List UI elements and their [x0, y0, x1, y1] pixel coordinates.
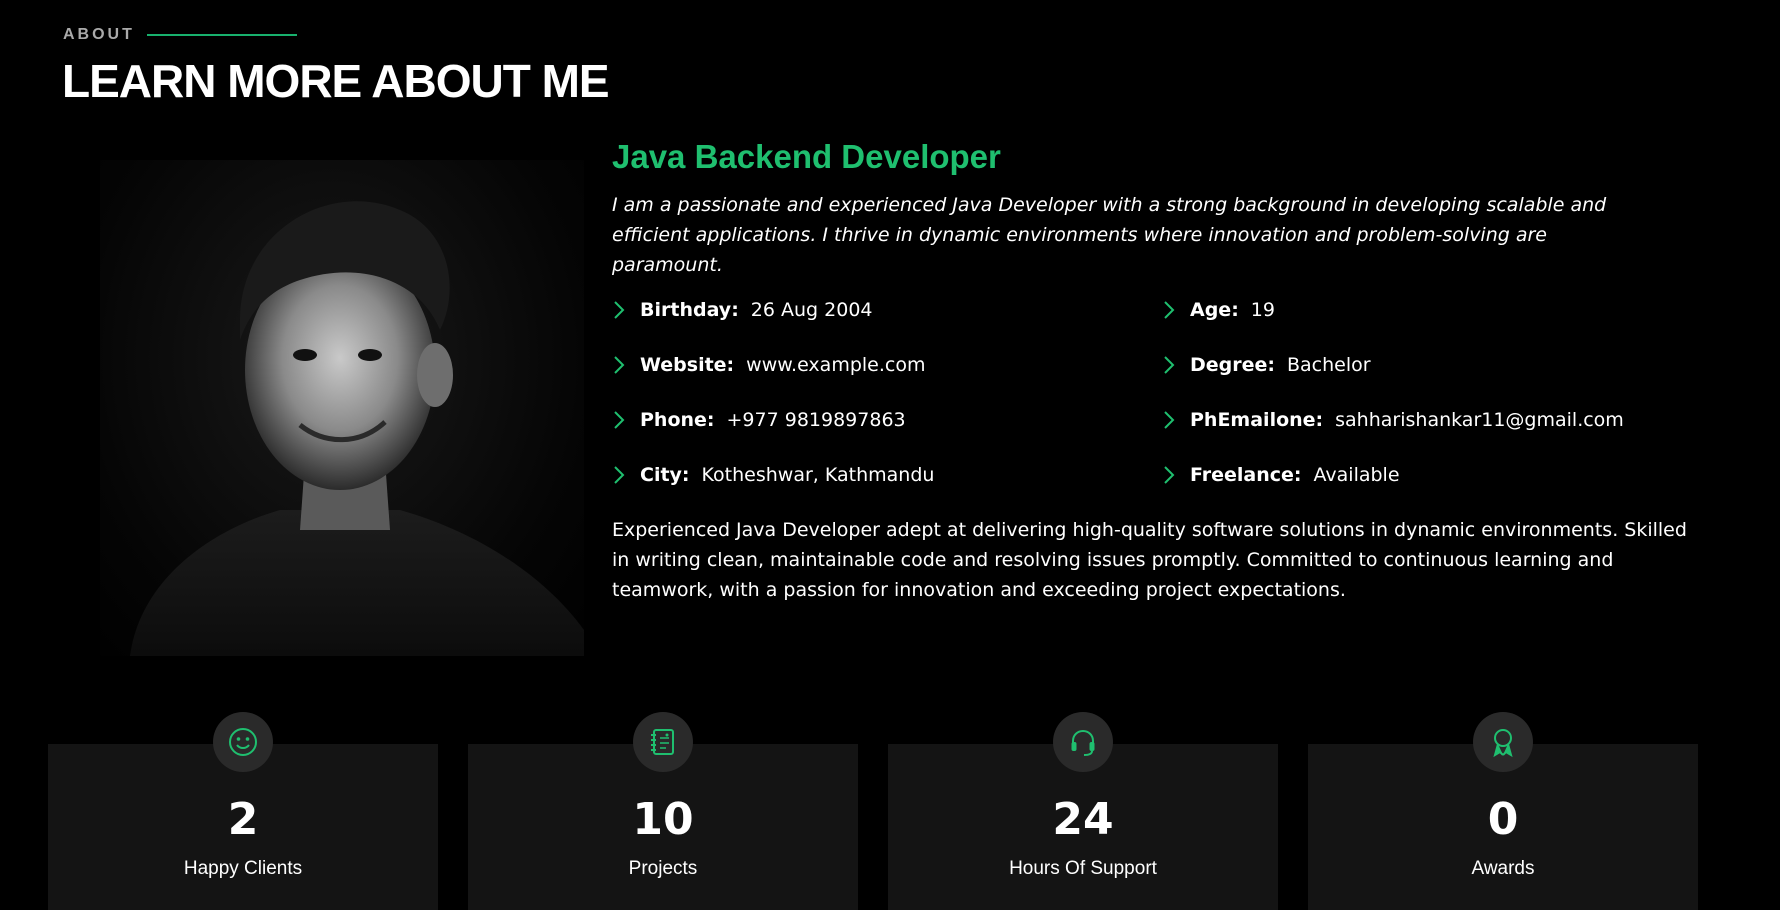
role-title: Java Backend Developer	[612, 138, 1001, 175]
intro-text: I am a passionate and experienced Java D…	[612, 194, 1607, 276]
stat-label: Awards	[1471, 858, 1535, 879]
fact-value: Available	[1313, 464, 1400, 486]
fact-key: City:	[640, 464, 690, 486]
fact-email: PhEmailone: sahharishankar11@gmail.com	[1162, 406, 1702, 434]
chevron-right-icon	[1164, 411, 1175, 429]
fact-key: Birthday:	[640, 299, 739, 321]
stat-label: Hours Of Support	[1009, 858, 1157, 879]
award-icon	[1473, 712, 1533, 772]
fact-freelance: Freelance: Available	[1162, 461, 1702, 489]
fact-value: Bachelor	[1287, 354, 1371, 376]
fact-city: City: Kotheshwar, Kathmandu	[612, 461, 1162, 489]
fact-key: Website:	[640, 354, 735, 376]
stats-row: 2 Happy Clients 10 Projects 24 Hours Of …	[48, 712, 1700, 910]
smiley-icon	[213, 712, 273, 772]
section-title: LEARN MORE ABOUT ME	[62, 55, 610, 107]
fact-key: Freelance:	[1190, 464, 1302, 486]
section-tag: ABOUT	[63, 26, 297, 44]
fact-value: Kotheshwar, Kathmandu	[701, 464, 935, 486]
section-tag-label: ABOUT	[63, 26, 135, 43]
about-content: Java Backend Developer I am a passionate…	[612, 132, 1702, 624]
fact-phone: Phone: +977 9819897863	[612, 406, 1162, 434]
chevron-right-icon	[614, 356, 625, 374]
fact-website: Website: www.example.com	[612, 351, 1162, 379]
chevron-right-icon	[1164, 301, 1175, 319]
stat-card-awards: 0 Awards	[1308, 712, 1698, 910]
stat-number: 24	[1052, 794, 1114, 845]
fact-value: +977 9819897863	[726, 409, 906, 431]
fact-value: sahharishankar11@gmail.com	[1335, 409, 1624, 431]
chevron-right-icon	[614, 411, 625, 429]
stat-card-projects: 10 Projects	[468, 712, 858, 910]
stat-label: Projects	[628, 858, 698, 879]
stat-card-hours-of-support: 24 Hours Of Support	[888, 712, 1278, 910]
chevron-right-icon	[1164, 356, 1175, 374]
fact-key: Degree:	[1190, 354, 1275, 376]
headset-icon	[1053, 712, 1113, 772]
fact-age: Age: 19	[1162, 296, 1702, 324]
fact-key: PhEmailone:	[1190, 409, 1324, 431]
fact-value: www.example.com	[746, 354, 926, 376]
journal-icon	[633, 712, 693, 772]
fact-birthday: Birthday: 26 Aug 2004	[612, 296, 1162, 324]
chevron-right-icon	[1164, 466, 1175, 484]
stat-number: 0	[1487, 794, 1519, 845]
fact-value: 19	[1250, 299, 1275, 321]
chevron-right-icon	[614, 301, 625, 319]
fact-key: Phone:	[640, 409, 715, 431]
fact-key: Age:	[1190, 299, 1239, 321]
description-text: Experienced Java Developer adept at deli…	[612, 519, 1687, 601]
stat-number: 10	[632, 794, 694, 845]
fact-value: 26 Aug 2004	[750, 299, 873, 321]
stat-label: Happy Clients	[183, 858, 303, 879]
chevron-right-icon	[614, 466, 625, 484]
fact-degree: Degree: Bachelor	[1162, 351, 1702, 379]
stat-card-happy-clients: 2 Happy Clients	[48, 712, 438, 910]
stat-number: 2	[227, 794, 259, 845]
profile-photo	[100, 160, 584, 656]
facts-list: Birthday: 26 Aug 2004 Age: 19 Website: w…	[612, 296, 1702, 489]
section-tag-line	[146, 34, 297, 36]
